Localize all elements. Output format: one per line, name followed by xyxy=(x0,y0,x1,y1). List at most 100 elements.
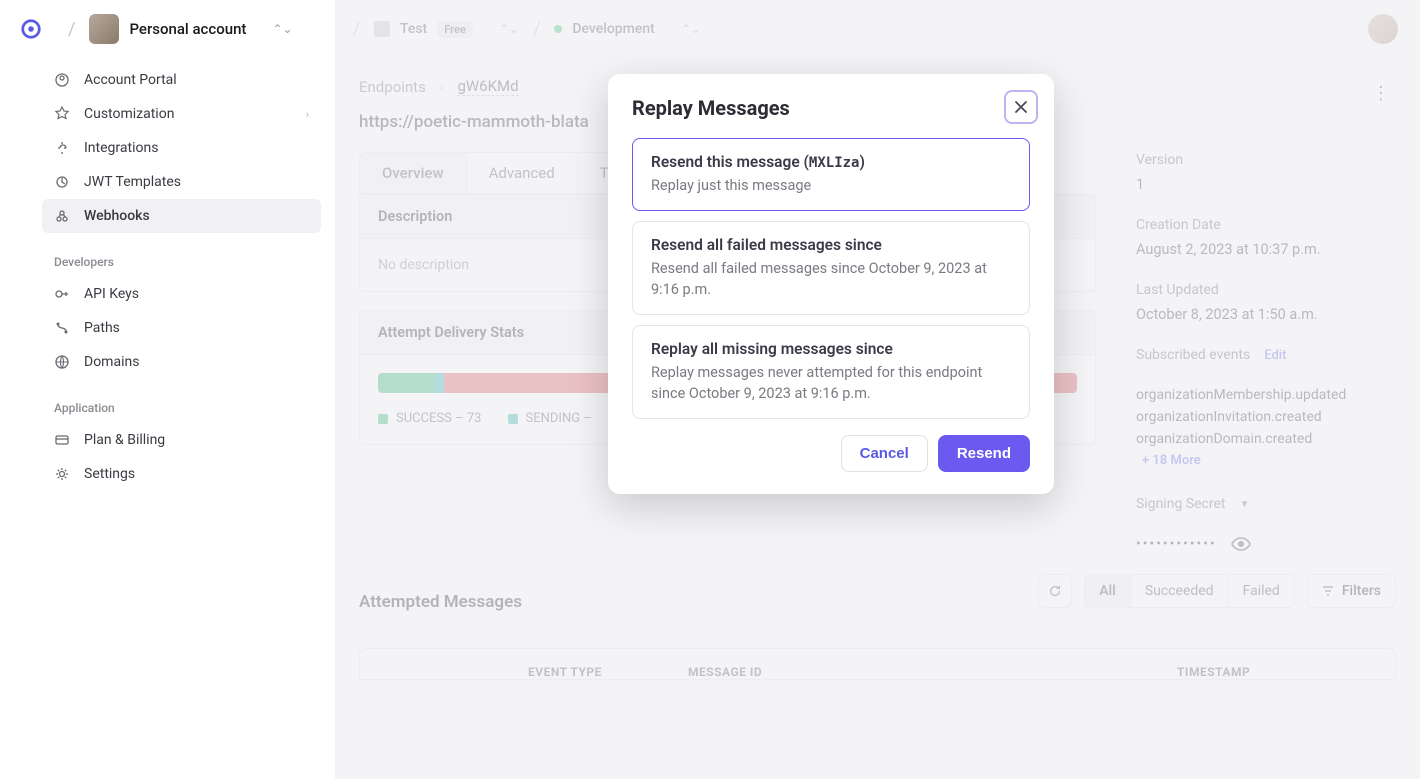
th-blank xyxy=(378,665,528,679)
breadcrumb-separator: / xyxy=(68,19,75,40)
nav-label: API Keys xyxy=(84,286,139,302)
user-avatar[interactable] xyxy=(1368,14,1398,44)
chevron-updown-icon: ⌃⌄ xyxy=(272,22,292,36)
chevron-down-icon[interactable]: ▼ xyxy=(1239,499,1249,510)
nav-plan-billing[interactable]: Plan & Billing xyxy=(42,423,321,457)
account-switcher[interactable]: Personal account ⌃⌄ xyxy=(89,14,292,44)
meta-creation-value: August 2, 2023 at 10:37 p.m. xyxy=(1136,241,1396,258)
replay-messages-modal: Replay Messages Resend this message (MXL… xyxy=(608,74,1054,494)
env-name: Test xyxy=(400,21,427,37)
paths-icon xyxy=(54,320,70,336)
sidebar: Account Portal Customization › Integrati… xyxy=(0,59,335,779)
breadcrumb-separator: / xyxy=(533,19,540,40)
billing-icon xyxy=(54,432,70,448)
nav-customization[interactable]: Customization › xyxy=(42,97,321,131)
th-event-type: EVENT TYPE xyxy=(528,665,688,679)
edit-events-link[interactable]: Edit xyxy=(1264,348,1286,363)
tab-overview[interactable]: Overview xyxy=(360,153,467,193)
environment-icon xyxy=(374,21,390,37)
nav-api-keys[interactable]: API Keys xyxy=(42,277,321,311)
nav-settings[interactable]: Settings xyxy=(42,457,321,491)
customization-icon xyxy=(54,106,70,122)
nav-section-developers: Developers xyxy=(42,233,321,277)
key-icon xyxy=(54,286,70,302)
replay-option-resend-failed[interactable]: Resend all failed messages since Resend … xyxy=(632,221,1030,315)
nav-jwt-templates[interactable]: JWT Templates xyxy=(42,165,321,199)
nav-label: Paths xyxy=(84,320,120,336)
nav-webhooks[interactable]: Webhooks xyxy=(42,199,321,233)
reveal-secret-button[interactable] xyxy=(1231,537,1251,551)
modal-title: Replay Messages xyxy=(632,96,1030,120)
nav-label: Integrations xyxy=(84,140,158,156)
breadcrumb-current: gW6KMd xyxy=(457,77,518,96)
tab-advanced[interactable]: Advanced xyxy=(467,153,578,193)
meta-events-label: Subscribed events xyxy=(1136,347,1250,363)
gear-icon xyxy=(54,466,70,482)
globe-icon xyxy=(54,354,70,370)
option-title: Resend this message (MXLIza) xyxy=(651,153,1011,171)
refresh-button[interactable] xyxy=(1038,574,1072,608)
nav-integrations[interactable]: Integrations xyxy=(42,131,321,165)
avatar-icon xyxy=(89,14,119,44)
replay-option-replay-missing[interactable]: Replay all missing messages since Replay… xyxy=(632,325,1030,419)
seg-succeeded[interactable]: Succeeded xyxy=(1131,575,1229,607)
meta-updated-value: October 8, 2023 at 1:50 a.m. xyxy=(1136,306,1396,323)
modal-close-button[interactable] xyxy=(1004,90,1038,124)
event-list: organizationMembership.updated organizat… xyxy=(1136,387,1396,447)
jwt-icon xyxy=(54,174,70,190)
topbar: / Personal account ⌃⌄ / Test Free ⌃⌄ / D… xyxy=(0,0,1420,59)
close-icon xyxy=(1014,100,1028,114)
nav-account-portal[interactable]: Account Portal xyxy=(42,63,321,97)
legend-item: SENDING – xyxy=(508,411,592,426)
filters-label: Filters xyxy=(1342,583,1381,599)
legend-dot-icon xyxy=(508,414,518,424)
nav-label: Webhooks xyxy=(84,208,150,224)
th-message-id: MESSAGE ID xyxy=(688,665,1177,679)
environment-switcher-test[interactable]: Test Free ⌃⌄ xyxy=(374,21,519,38)
event-item: organizationDomain.created xyxy=(1136,431,1396,447)
nav-label: Settings xyxy=(84,466,135,482)
event-item: organizationMembership.updated xyxy=(1136,387,1396,403)
env-name: Development xyxy=(572,21,654,37)
attempted-messages-title: Attempted Messages xyxy=(359,592,522,612)
filters-button[interactable]: Filters xyxy=(1307,574,1396,608)
option-desc: Replay just this message xyxy=(651,175,1011,196)
status-filter: All Succeeded Failed xyxy=(1084,574,1295,608)
app-logo-icon xyxy=(20,18,42,40)
status-dot-icon xyxy=(554,25,562,33)
filter-icon xyxy=(1322,585,1334,597)
option-desc: Resend all failed messages since October… xyxy=(651,258,1011,300)
stats-segment-success xyxy=(378,373,434,393)
breadcrumb-endpoints[interactable]: Endpoints xyxy=(359,78,426,96)
nav-label: Domains xyxy=(84,354,139,370)
chevron-right-icon: › xyxy=(306,108,309,121)
events-more-link[interactable]: + 18 More xyxy=(1136,453,1396,468)
legend-label: SENDING – xyxy=(526,411,592,426)
chevron-updown-icon: ⌃⌄ xyxy=(499,22,519,36)
replay-option-resend-this[interactable]: Resend this message (MXLIza) Replay just… xyxy=(632,138,1030,211)
resend-button[interactable]: Resend xyxy=(938,435,1030,472)
environment-switcher-dev[interactable]: Development ⌃⌄ xyxy=(554,21,701,37)
plan-badge: Free xyxy=(437,21,473,38)
messages-table-header: EVENT TYPE MESSAGE ID TIMESTAMP xyxy=(359,648,1396,680)
seg-all[interactable]: All xyxy=(1085,575,1131,607)
nav-label: JWT Templates xyxy=(84,174,181,190)
seg-failed[interactable]: Failed xyxy=(1229,575,1294,607)
meta-version-value: 1 xyxy=(1136,176,1396,193)
chevron-right-icon: › xyxy=(440,80,444,94)
option-desc: Replay messages never attempted for this… xyxy=(651,362,1011,404)
portal-icon xyxy=(54,72,70,88)
nav-paths[interactable]: Paths xyxy=(42,311,321,345)
endpoint-meta: Version 1 Creation Date August 2, 2023 a… xyxy=(1136,152,1396,552)
nav-domains[interactable]: Domains xyxy=(42,345,321,379)
endpoint-menu-button[interactable]: ⋮ xyxy=(1366,77,1396,110)
nav-label: Customization xyxy=(84,106,174,122)
cancel-button[interactable]: Cancel xyxy=(841,435,928,472)
stats-segment-sending xyxy=(434,373,444,393)
chevron-updown-icon: ⌃⌄ xyxy=(681,22,701,36)
secret-masked: •••••••••••• xyxy=(1136,536,1217,552)
nav-section-application: Application xyxy=(42,379,321,423)
nav-label: Account Portal xyxy=(84,72,177,88)
meta-secret-label: Signing Secret xyxy=(1136,496,1225,512)
legend-dot-icon xyxy=(378,414,388,424)
